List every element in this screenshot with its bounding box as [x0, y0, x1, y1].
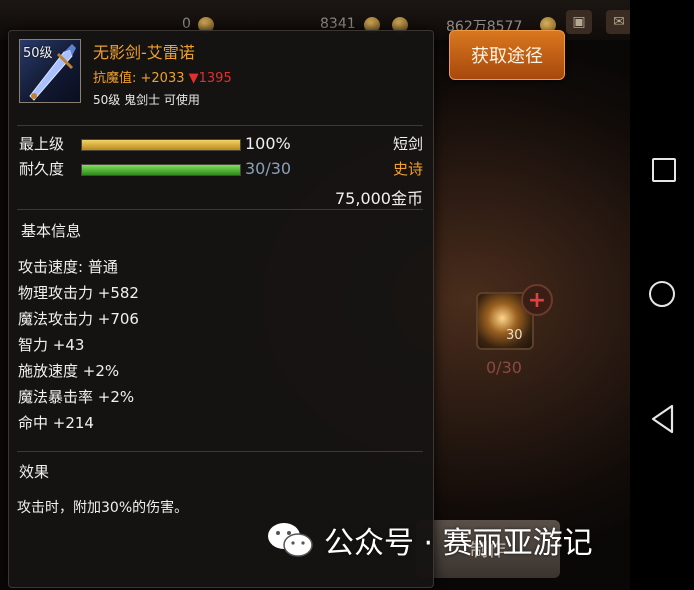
home-icon[interactable]: [649, 281, 675, 307]
attribute-magic-crit: 魔法暴击率 +2%: [18, 388, 135, 406]
item-level-badge: 50级: [23, 46, 53, 61]
wechat-icon: [268, 523, 313, 557]
watermark-text: 公众号 · 赛丽亚游记: [324, 526, 593, 561]
item-icon-frame: 50级: [19, 39, 81, 103]
system-nav-bar: [630, 0, 694, 590]
watermark: 公众号 · 赛丽亚游记: [266, 516, 593, 564]
attribute-hit: 命中 +214: [18, 414, 94, 432]
durability-label: 耐久度: [19, 160, 65, 178]
item-name: 无影剑-艾雷诺: [93, 43, 195, 62]
resist-down: ▼1395: [188, 71, 232, 86]
divider: [17, 451, 423, 452]
mail-icon[interactable]: ✉: [606, 10, 632, 34]
attribute-attack-speed: 攻击速度: 普通: [18, 258, 118, 276]
grade-bar-fill: [82, 140, 240, 150]
effect-title: 效果: [19, 463, 50, 481]
rarity: 史诗: [392, 160, 423, 178]
resist-value: 抗魔值: +2033: [93, 71, 185, 86]
game-screen: 0 8341 862万8577 ▣ ✉ … ‹ 30 + 0/30 制作 获取途…: [0, 0, 694, 590]
attribute-list: 攻击速度: 普通 物理攻击力 +582 魔法攻击力 +706 智力 +43 施放…: [18, 257, 139, 439]
material-count: 30: [506, 328, 523, 343]
chest-icon[interactable]: ▣: [566, 10, 592, 34]
item-tooltip: 50级 无影剑-艾雷诺 抗魔值: +2033 ▼1395 50级 鬼剑士 可使用…: [8, 30, 434, 588]
class-requirement: 50级 鬼剑士 可使用: [93, 93, 200, 107]
durability-value: 30/30: [245, 159, 292, 178]
divider: [17, 209, 423, 210]
weapon-type: 短剑: [392, 135, 423, 153]
resist-line: 抗魔值: +2033 ▼1395: [93, 67, 232, 86]
attribute-physical-attack: 物理攻击力 +582: [18, 284, 139, 302]
grade-label: 最上级: [19, 135, 65, 153]
recent-apps-icon[interactable]: [652, 158, 676, 182]
durability-bar-fill: [82, 165, 240, 175]
add-material-icon[interactable]: +: [521, 284, 553, 316]
effect-text: 攻击时，附加30%的伤害。: [17, 500, 189, 516]
price: 75,000金币: [335, 189, 423, 208]
attribute-magic-attack: 魔法攻击力 +706: [18, 310, 139, 328]
grade-value: 100%: [245, 134, 291, 153]
divider: [17, 125, 423, 126]
material-progress: 0/30: [486, 358, 522, 377]
durability-bar: [81, 164, 241, 176]
get-route-button[interactable]: 获取途径: [449, 30, 565, 80]
back-icon[interactable]: [650, 404, 676, 434]
attribute-cast-speed: 施放速度 +2%: [18, 362, 120, 380]
attribute-intelligence: 智力 +43: [18, 336, 85, 354]
basic-info-title: 基本信息: [21, 222, 82, 240]
grade-bar: [81, 139, 241, 151]
